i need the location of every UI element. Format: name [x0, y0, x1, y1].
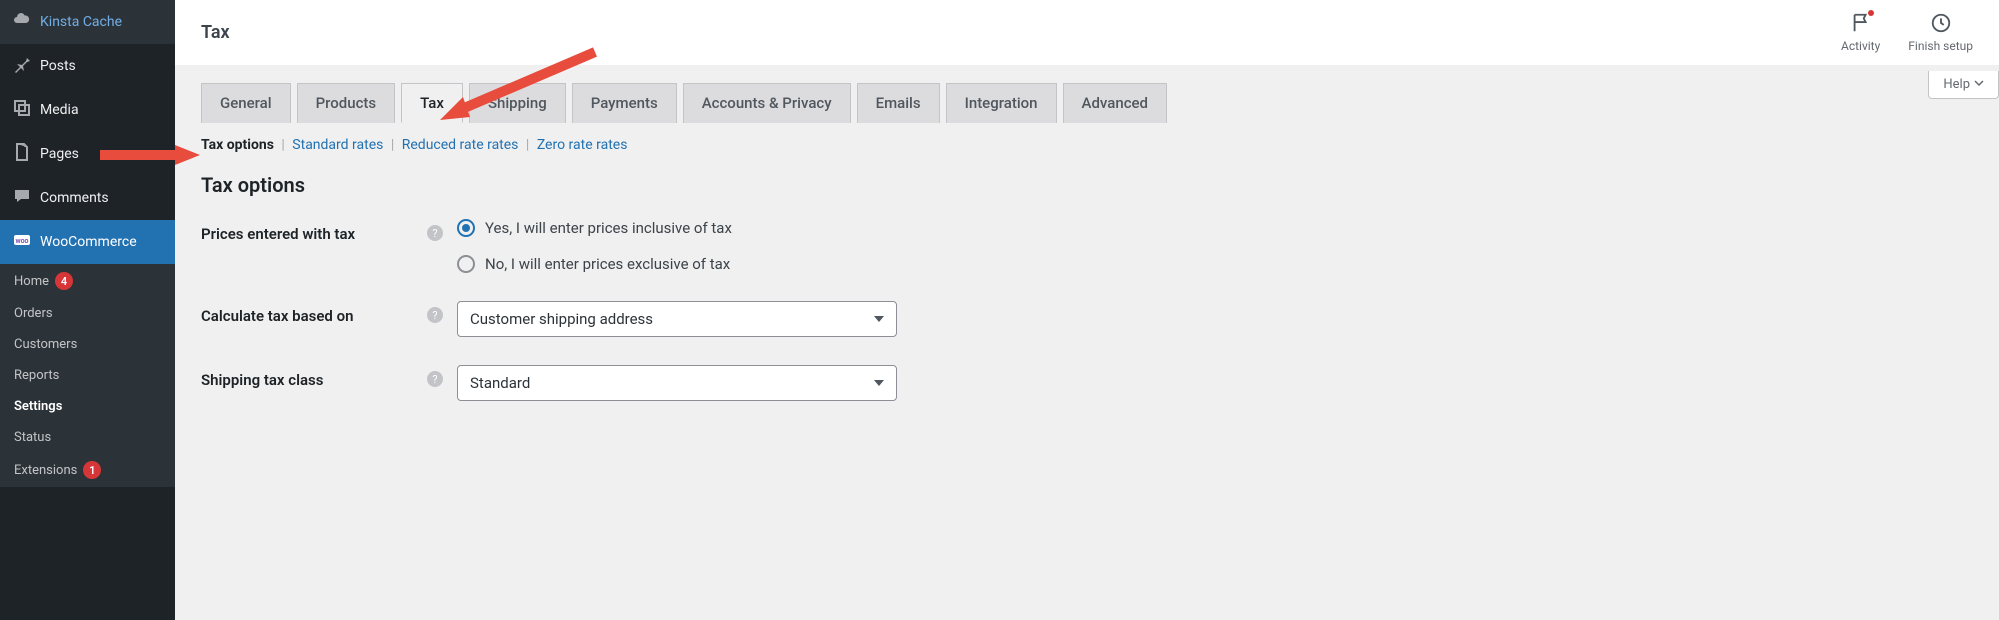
tab-general[interactable]: General	[201, 83, 291, 123]
submenu-status[interactable]: Status	[0, 422, 175, 453]
subtab-zero-rate[interactable]: Zero rate rates	[537, 137, 628, 153]
tab-integration[interactable]: Integration	[946, 83, 1057, 123]
submenu-label: Customers	[14, 337, 77, 352]
form-table: Prices entered with tax ? Yes, I will en…	[201, 219, 1973, 401]
badge: 1	[83, 461, 101, 479]
radio-input[interactable]	[457, 255, 475, 273]
select-calculate-based-on[interactable]: Customer shipping address	[457, 301, 897, 337]
sidebar-label: Comments	[40, 190, 109, 206]
tab-advanced[interactable]: Advanced	[1063, 83, 1167, 123]
field-label: Calculate tax based on	[201, 301, 427, 325]
svg-text:woo: woo	[15, 237, 28, 245]
tab-emails[interactable]: Emails	[857, 83, 940, 123]
radio-label: No, I will enter prices exclusive of tax	[485, 255, 730, 273]
sidebar-item-media[interactable]: Media	[0, 88, 175, 132]
topbar-actions: Activity Finish setup	[1841, 12, 1973, 53]
sidebar-label: Pages	[40, 146, 79, 162]
tab-accounts-privacy[interactable]: Accounts & Privacy	[683, 83, 851, 123]
annotation-arrow-subtab	[90, 135, 210, 175]
clock-icon	[1930, 12, 1952, 37]
admin-sidebar: Kinsta Cache Posts Media Pages Comments …	[0, 0, 175, 620]
help-tip-icon[interactable]: ?	[427, 307, 443, 323]
chevron-down-icon	[874, 316, 884, 322]
sidebar-item-posts[interactable]: Posts	[0, 44, 175, 88]
row-shipping-tax-class: Shipping tax class ? Standard	[201, 365, 1973, 401]
row-prices-with-tax: Prices entered with tax ? Yes, I will en…	[201, 219, 1973, 273]
cloud-icon	[12, 10, 32, 34]
annotation-arrow-tab	[415, 42, 615, 132]
separator: |	[526, 137, 529, 153]
page-icon	[12, 142, 32, 166]
submenu-reports[interactable]: Reports	[0, 360, 175, 391]
submenu-label: Home	[14, 274, 49, 289]
sidebar-item-kinsta-cache[interactable]: Kinsta Cache	[0, 0, 175, 44]
select-shipping-tax-class[interactable]: Standard	[457, 365, 897, 401]
tab-label: Products	[316, 94, 377, 112]
chevron-down-icon	[1974, 77, 1984, 92]
submenu-label: Reports	[14, 368, 59, 383]
media-icon	[12, 98, 32, 122]
sidebar-label: Media	[40, 102, 79, 118]
tab-label: General	[220, 94, 272, 112]
sidebar-label: Posts	[40, 58, 76, 74]
pin-icon	[12, 54, 32, 78]
tab-products[interactable]: Products	[297, 83, 396, 123]
submenu-extensions[interactable]: Extensions 1	[0, 453, 175, 487]
select-value: Customer shipping address	[470, 310, 653, 328]
sidebar-item-comments[interactable]: Comments	[0, 176, 175, 220]
submenu-customers[interactable]: Customers	[0, 329, 175, 360]
finish-label: Finish setup	[1908, 39, 1973, 53]
subtab-standard-rates[interactable]: Standard rates	[292, 137, 383, 153]
help-tip-icon[interactable]: ?	[427, 371, 443, 387]
tab-label: Accounts & Privacy	[702, 94, 832, 112]
help-toggle[interactable]: Help	[1928, 71, 1999, 99]
separator: |	[391, 137, 394, 153]
submenu-label: Extensions	[14, 463, 77, 478]
submenu-home[interactable]: Home 4	[0, 264, 175, 298]
woo-icon: woo	[12, 230, 32, 254]
submenu-label: Settings	[14, 399, 62, 414]
submenu-settings[interactable]: Settings	[0, 391, 175, 422]
help-tip-icon[interactable]: ?	[427, 225, 443, 241]
help-label: Help	[1943, 77, 1970, 92]
radio-exclusive[interactable]: No, I will enter prices exclusive of tax	[457, 255, 732, 273]
submenu-label: Status	[14, 430, 51, 445]
sidebar-label: WooCommerce	[40, 234, 137, 250]
finish-setup-button[interactable]: Finish setup	[1908, 12, 1973, 53]
radio-label: Yes, I will enter prices inclusive of ta…	[485, 219, 732, 237]
separator: |	[281, 137, 284, 153]
notification-dot	[1868, 10, 1874, 16]
subtabs: Tax options | Standard rates | Reduced r…	[201, 137, 1973, 153]
badge: 4	[55, 272, 73, 290]
sidebar-label: Kinsta Cache	[40, 14, 122, 30]
subtab-tax-options: Tax options	[201, 137, 274, 153]
tab-label: Advanced	[1082, 94, 1148, 112]
woocommerce-submenu: Home 4 Orders Customers Reports Settings…	[0, 264, 175, 487]
field-label: Shipping tax class	[201, 365, 427, 389]
page-title: Tax	[201, 22, 230, 43]
tab-label: Emails	[876, 94, 921, 112]
row-calculate-based-on: Calculate tax based on ? Customer shippi…	[201, 301, 1973, 337]
sidebar-item-woocommerce[interactable]: woo WooCommerce	[0, 220, 175, 264]
field-label: Prices entered with tax	[201, 219, 427, 243]
tab-label: Integration	[965, 94, 1038, 112]
comment-icon	[12, 186, 32, 210]
radio-inclusive[interactable]: Yes, I will enter prices inclusive of ta…	[457, 219, 732, 237]
activity-label: Activity	[1841, 39, 1880, 53]
submenu-orders[interactable]: Orders	[0, 298, 175, 329]
activity-button[interactable]: Activity	[1841, 12, 1880, 53]
chevron-down-icon	[874, 380, 884, 386]
select-value: Standard	[470, 374, 530, 392]
subtab-reduced-rate[interactable]: Reduced rate rates	[402, 137, 519, 153]
flag-icon	[1850, 12, 1872, 37]
radio-input[interactable]	[457, 219, 475, 237]
section-heading: Tax options	[201, 173, 1973, 197]
radio-group-prices: Yes, I will enter prices inclusive of ta…	[457, 219, 732, 273]
submenu-label: Orders	[14, 306, 53, 321]
